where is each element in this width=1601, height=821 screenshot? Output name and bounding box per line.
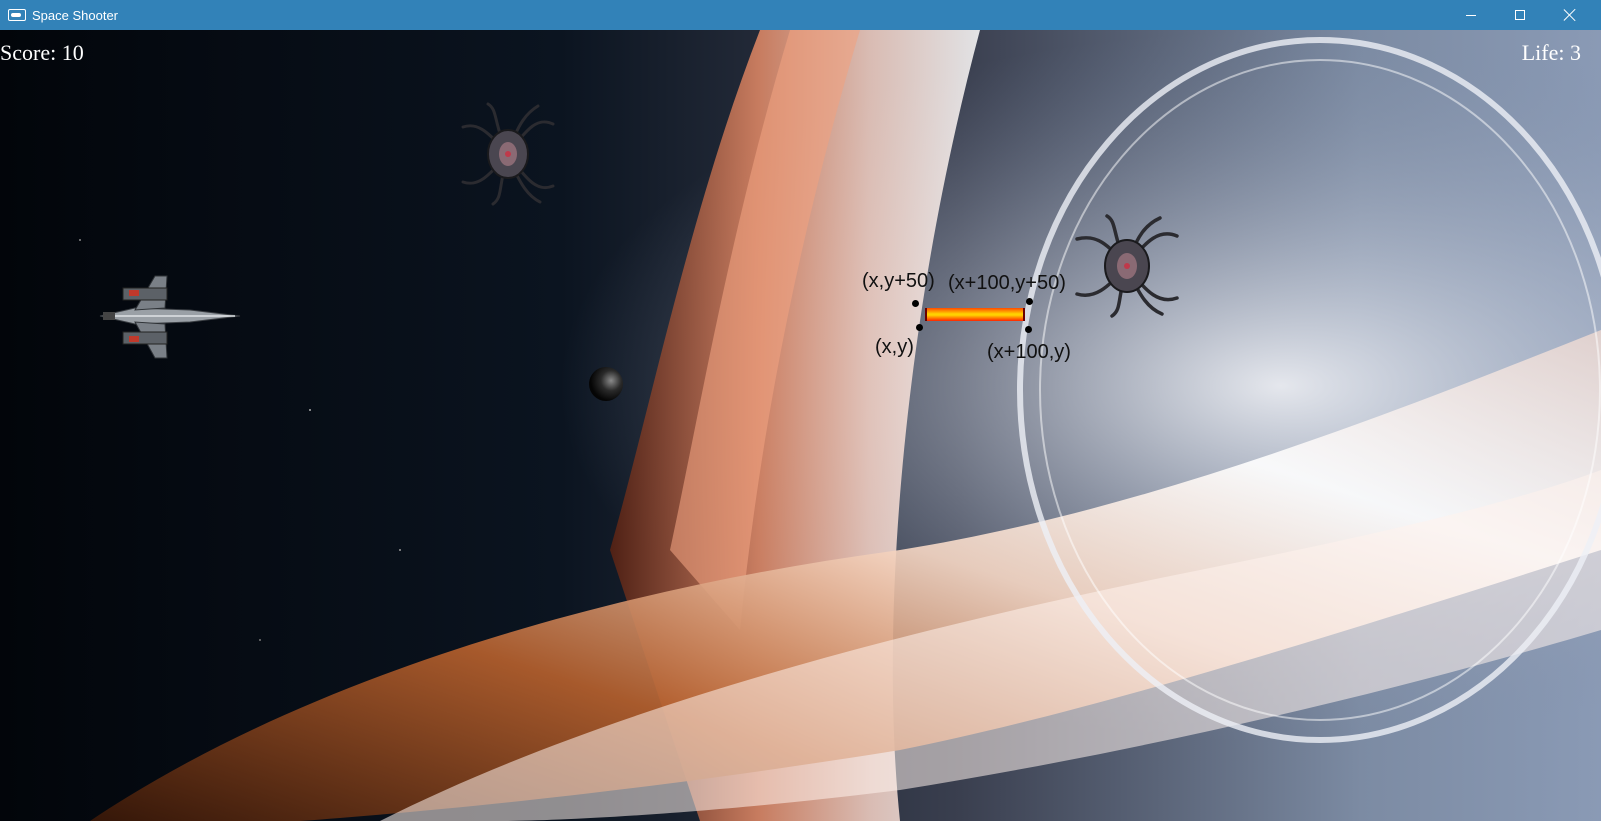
enemy-ship-icon — [461, 102, 555, 206]
life-value: 3 — [1570, 40, 1581, 65]
close-button[interactable] — [1546, 0, 1594, 30]
minimize-icon — [1466, 14, 1476, 16]
life-label: Life: — [1521, 40, 1570, 65]
coord-label-bottom-right: (x+100,y) — [987, 341, 1071, 363]
coord-label-top-right: (x+100,y+50) — [948, 272, 1066, 294]
maximize-button[interactable] — [1496, 0, 1544, 30]
window-title: Space Shooter — [32, 7, 119, 23]
enemy-ship-icon — [1075, 214, 1179, 318]
game-canvas[interactable]: Score: 10 Life: 3 (x,y+50) (x+100,y+50) … — [0, 30, 1601, 821]
corner-dot-top-right — [1026, 298, 1033, 305]
title-bar[interactable]: Space Shooter — [0, 0, 1601, 30]
close-icon — [1563, 8, 1577, 22]
laser-beam — [925, 308, 1025, 321]
game-window: Space Shooter Score: 10 Life: 3 (x,y+50)… — [0, 0, 1601, 821]
maximize-icon — [1515, 10, 1525, 20]
player-ship-icon — [99, 275, 241, 359]
life-display: Life: 3 — [1522, 40, 1581, 66]
app-icon — [8, 9, 26, 21]
black-hole-background — [0, 30, 1601, 821]
coord-label-bottom-left: (x,y) — [875, 336, 914, 358]
corner-dot-top-left — [912, 300, 919, 307]
score-value: 10 — [61, 40, 84, 65]
minimize-button[interactable] — [1447, 0, 1495, 30]
corner-dot-bottom-left — [916, 324, 923, 331]
moon-icon — [589, 367, 623, 401]
corner-dot-bottom-right — [1025, 326, 1032, 333]
coord-label-top-left: (x,y+50) — [862, 270, 935, 292]
score-display: Score: 10 — [0, 40, 84, 66]
score-label: Score: — [0, 40, 62, 65]
